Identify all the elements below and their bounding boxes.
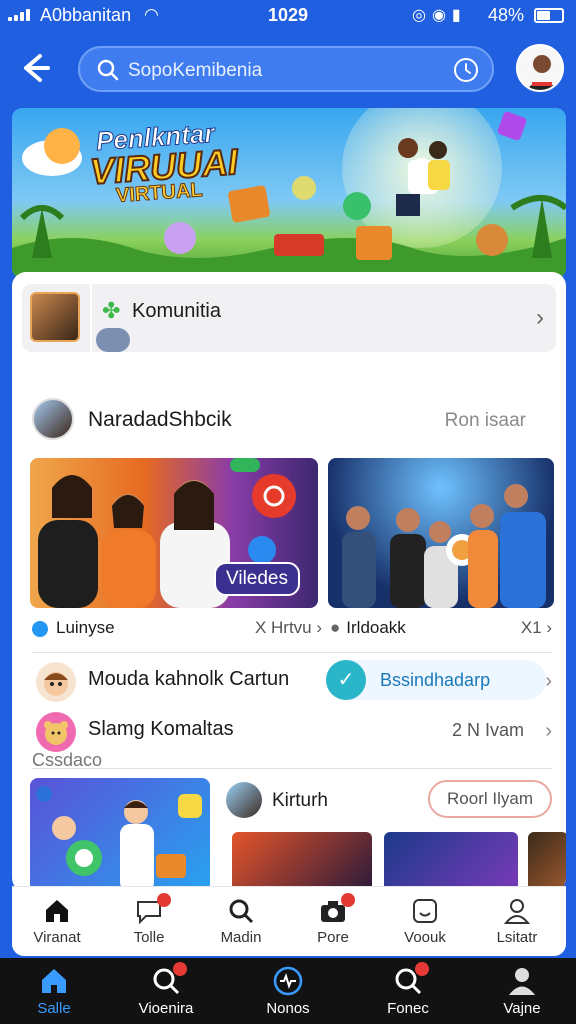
- nav-label: Salle: [37, 1000, 71, 1017]
- section-avatar[interactable]: [32, 398, 74, 440]
- video-card-1-meta: Luinyse X Hrtvu ›: [32, 618, 322, 642]
- tab-label: Lsitatr: [496, 929, 538, 946]
- location-pin-icon: ●: [330, 618, 341, 637]
- list-item-2[interactable]: Slamg Komaltas Cssdaco 2 N Ivam ›: [32, 708, 552, 770]
- history-icon[interactable]: [452, 56, 480, 84]
- game-tile[interactable]: [30, 778, 210, 892]
- list-item-2-stat: 2 N Ivam: [451, 720, 524, 740]
- tab-tolle[interactable]: Tolle: [104, 893, 194, 946]
- video-card-2[interactable]: [328, 458, 554, 608]
- video-card-2-image: [342, 484, 546, 608]
- notification-badge: [157, 893, 171, 907]
- bottom-nav: Salle Vioenira Nonos Fonec Vajne: [0, 958, 576, 1024]
- kirturh-title: Kirturh: [272, 790, 328, 811]
- bottom-section: Kirturh Roorl Ilyam: [22, 778, 566, 892]
- check-icon: ✓: [326, 660, 366, 700]
- notification-badge: [173, 962, 187, 976]
- battery-icon: [534, 8, 564, 23]
- list-item-1-label: Mouda kahnolk Cartun: [88, 668, 290, 690]
- video-tag: Viledes: [214, 562, 300, 596]
- video-card-1-label: Luinyse: [56, 618, 115, 637]
- chevron-right-icon: ›: [545, 670, 552, 692]
- home-icon: [46, 900, 68, 922]
- list-item-1-pill-label: Bssindhadarp: [380, 670, 491, 690]
- tab-label: Pore: [317, 929, 349, 946]
- nav-salle[interactable]: Salle: [4, 966, 104, 1017]
- inner-tab-bar: Viranat Tolle Madin Pore Voouk Lsitatr: [12, 886, 566, 956]
- nav-label: Vajne: [503, 1000, 541, 1017]
- status-bar: A0bbanitan ◠ 1029 ◎◉▮ 48%: [0, 0, 576, 30]
- komunitas-thumbnail: [30, 292, 80, 342]
- tab-label: Madin: [220, 929, 262, 946]
- thumbnail-1[interactable]: [232, 832, 372, 892]
- thumbnail-3[interactable]: [528, 832, 566, 892]
- tab-label: Viranat: [33, 929, 81, 946]
- channel-dot-icon: [32, 620, 48, 637]
- video-card-2-stat[interactable]: X1 ›: [521, 618, 552, 638]
- profile-avatar[interactable]: [516, 44, 564, 92]
- tab-voouk[interactable]: Voouk: [380, 897, 470, 946]
- search-placeholder: SopoKemibenia: [128, 60, 263, 81]
- tab-label: Tolle: [133, 929, 165, 946]
- person-icon: [503, 899, 531, 924]
- video-card-1-stat[interactable]: X Hrtvu ›: [255, 618, 322, 638]
- chevron-right-icon: ›: [536, 304, 544, 331]
- clover-icon: ✤: [102, 298, 121, 323]
- search-icon: [229, 899, 254, 924]
- tab-madin[interactable]: Madin: [196, 897, 286, 946]
- video-card-1[interactable]: Viledes: [30, 458, 318, 608]
- notification-badge: [341, 893, 355, 907]
- search-bar[interactable]: SopoKemibenia: [78, 46, 494, 92]
- home-icon: [42, 969, 66, 993]
- battery-percent: 48%: [488, 5, 525, 25]
- kirturh-button[interactable]: Roorl Ilyam: [428, 780, 552, 818]
- back-arrow-icon[interactable]: [14, 48, 54, 88]
- nav-nonos[interactable]: Nonos: [238, 966, 338, 1017]
- promo-banner[interactable]: Penlkntar VIRUUAI VIRTUAL: [12, 108, 566, 278]
- search-icon: [393, 962, 429, 996]
- section-title: NaradadShbcik: [88, 408, 232, 431]
- section-see-all[interactable]: Ron isaar: [445, 410, 526, 432]
- tab-lsitatr[interactable]: Lsitatr: [472, 897, 562, 946]
- section-header: NaradadShbcik Ron isaar: [22, 396, 556, 444]
- cartoon-animal-icon: [36, 712, 76, 752]
- header: SopoKemibenia: [0, 30, 576, 106]
- nav-label: Fonec: [387, 1000, 429, 1017]
- list-item-1[interactable]: Mouda kahnolk Cartun ✓ Bssindhadarp ›: [32, 658, 552, 708]
- nav-label: Nonos: [266, 1000, 310, 1017]
- komunitas-label: Komunitia: [132, 300, 221, 322]
- chevron-right-icon: ›: [545, 720, 552, 742]
- tab-pore[interactable]: Pore: [288, 893, 378, 946]
- notification-badge: [415, 962, 429, 976]
- status-icons: ◎◉▮: [412, 7, 467, 24]
- camera-icon: [319, 893, 355, 925]
- nav-vajne[interactable]: Vajne: [472, 966, 572, 1017]
- video-card-2-label: Irldoakk: [346, 618, 406, 637]
- main-content: ✤ Komunitia › NaradadShbcik Ron isaar Vi…: [12, 272, 566, 892]
- face-icon: [413, 899, 437, 923]
- cartoon-avatar-icon: [36, 662, 76, 702]
- nav-label: Vioenira: [138, 1000, 194, 1017]
- kirturh-avatar[interactable]: [226, 782, 262, 818]
- search-icon: [97, 59, 119, 81]
- pulse-icon: [273, 966, 303, 996]
- chat-icon: [135, 893, 171, 925]
- komunitas-row[interactable]: ✤ Komunitia ›: [22, 284, 556, 352]
- thumbnail-2[interactable]: [384, 832, 518, 892]
- tab-label: Voouk: [404, 929, 446, 946]
- list-item-2-label: Slamg Komaltas: [88, 718, 234, 740]
- video-card-2-meta: ● Irldoakk X1 ›: [330, 618, 552, 642]
- tab-viranat[interactable]: Viranat: [12, 897, 102, 946]
- search-icon: [151, 962, 187, 996]
- nav-vioenira[interactable]: Vioenira: [116, 962, 216, 1017]
- cloud-icon: [96, 328, 130, 352]
- list-item-1-pill[interactable]: ✓ Bssindhadarp: [326, 660, 546, 700]
- nav-fonec[interactable]: Fonec: [358, 962, 458, 1017]
- person-icon: [509, 968, 535, 995]
